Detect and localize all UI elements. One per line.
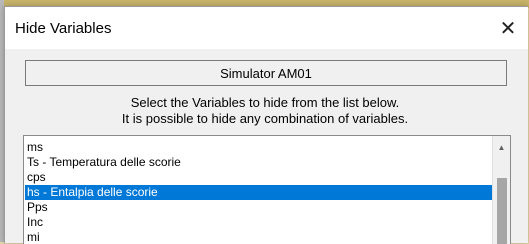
list-item-hs-selected[interactable]: hs - Entalpia delle scorie [25,185,492,200]
scroll-thumb[interactable] [497,178,507,244]
hide-variables-dialog: Hide Variables ✕ Simulator AM01 Select t… [4,6,528,244]
variables-list-items: ms Ts - Temperatura delle scorie cps hs … [25,140,492,244]
instruction-line-2: It is possible to hide any combination o… [121,111,409,126]
list-item-ts[interactable]: Ts - Temperatura delle scorie [25,155,492,170]
list-scrollbar[interactable]: ▲ [492,136,510,244]
list-item-inc[interactable]: Inc [25,215,492,230]
scroll-up-icon[interactable]: ▲ [493,140,510,154]
instructions: Select the Variables to hide from the li… [25,95,505,127]
instruction-line-1: Select the Variables to hide from the li… [130,95,400,110]
variables-listbox[interactable]: ms Ts - Temperatura delle scorie cps hs … [23,135,511,244]
list-item-cps[interactable]: cps [25,170,492,185]
list-item-ms[interactable]: ms [25,140,492,155]
close-icon[interactable]: ✕ [488,7,528,49]
dialog-title: Hide Variables [15,20,112,37]
simulator-label-box: Simulator AM01 [25,60,507,86]
simulator-label: Simulator AM01 [220,65,312,81]
title-bar: Hide Variables ✕ [5,7,528,49]
list-item-pps[interactable]: Pps [25,200,492,215]
